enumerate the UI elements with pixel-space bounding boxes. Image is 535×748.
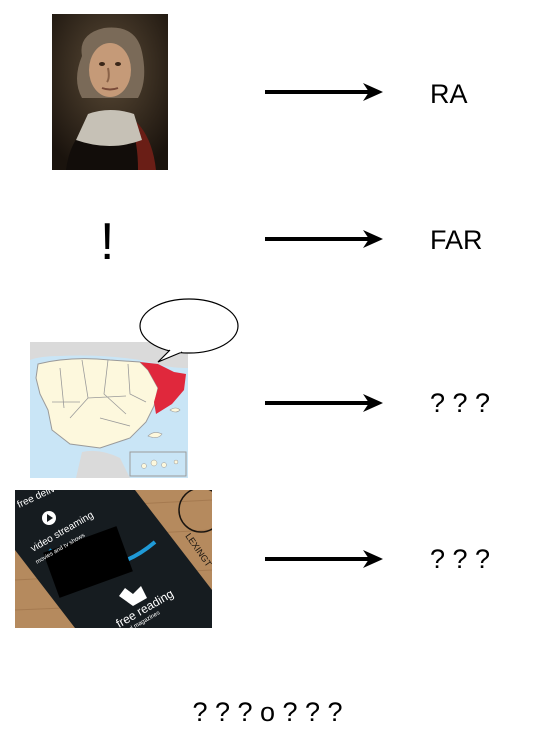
arrow-icon [265,394,383,412]
result-label-3: ? ? ? [430,388,491,418]
arrow-icon [265,83,383,101]
result-label-4: ? ? ? [430,544,491,574]
result-label-2: FAR [430,225,483,255]
spain-map-image [30,298,240,478]
answer-pattern: ? ? ? o ? ? ? [192,697,343,727]
exclamation-mark: ! [100,213,115,271]
amazon-box-image: free deliv video streaming movies and tv… [14,484,224,636]
arrow-icon [265,550,383,568]
portrait-image [52,14,168,170]
arrow-icon [265,230,383,248]
result-label-1: RA [430,79,468,109]
